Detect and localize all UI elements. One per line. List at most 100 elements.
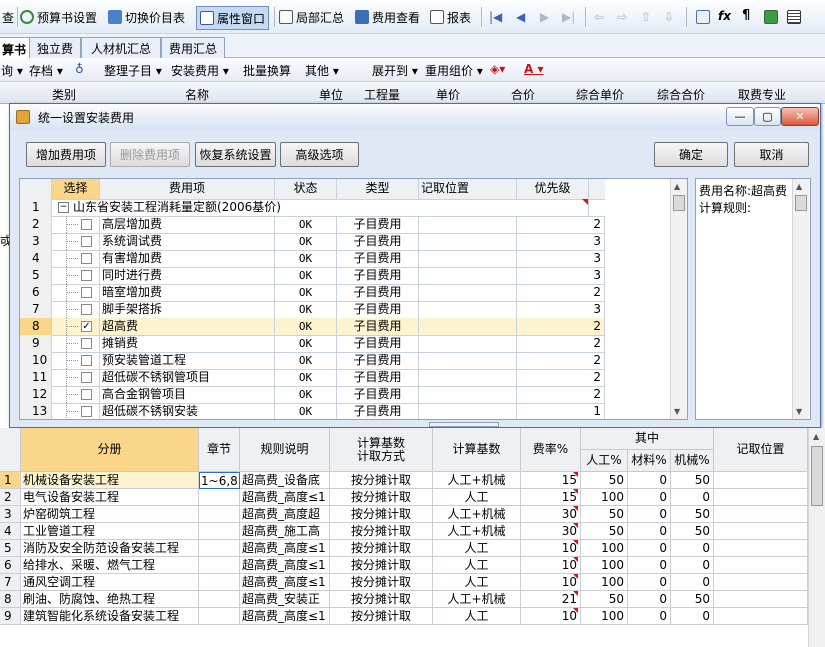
tree-header-fee-item[interactable]: 费用项 — [100, 179, 275, 199]
binoculars-icon[interactable]: ♁ — [75, 62, 84, 76]
scroll-up-icon[interactable]: ▲ — [813, 432, 819, 441]
expand-to-menu[interactable]: 展开到 ▾ — [372, 62, 418, 79]
rule-chapter-cell[interactable] — [199, 489, 240, 506]
rule-fence-cell[interactable]: 电气设备安装工程 — [21, 489, 199, 506]
fee-item-row[interactable]: 10 预安装管道工程 OK 子目费用 2 — [20, 352, 605, 370]
rule-row[interactable]: 5 消防及安全防范设备安装工程 超高费_高度≤1 按分摊计取 人工 10 100 0 0 — [0, 540, 825, 557]
rule-machine-cell[interactable]: 50 — [671, 472, 714, 489]
tree-header-position[interactable]: 记取位置 — [419, 179, 517, 199]
tab-budget[interactable]: 算书 — [0, 37, 30, 60]
rule-material-cell[interactable]: 0 — [628, 574, 671, 591]
scroll-up-icon[interactable]: ▲ — [796, 182, 802, 191]
scroll-down-icon[interactable]: ▼ — [674, 407, 680, 416]
other-menu[interactable]: 其他 ▾ — [305, 62, 339, 79]
tree-header-type[interactable]: 类型 — [337, 179, 419, 199]
rule-method-cell[interactable]: 按分摊计取 — [330, 506, 433, 523]
rule-labor-cell[interactable]: 100 — [581, 540, 628, 557]
rule-fence-cell[interactable]: 刷油、防腐蚀、绝热工程 — [21, 591, 199, 608]
first-record-icon[interactable]: |◀ — [489, 10, 502, 24]
rule-description-cell[interactable]: 超高费_高度≤1 — [240, 540, 330, 557]
advanced-options-button[interactable]: 高级选项 — [280, 142, 359, 167]
organize-items-menu[interactable]: 整理子目 ▾ — [104, 62, 162, 79]
rule-machine-cell[interactable]: 50 — [671, 523, 714, 540]
rule-description-cell[interactable]: 超高费_设备底 — [240, 472, 330, 489]
rule-labor-cell[interactable]: 50 — [581, 472, 628, 489]
scroll-up-icon[interactable]: ▲ — [674, 182, 680, 191]
rule-rate-cell[interactable]: 15 — [521, 472, 581, 489]
rule-base-cell[interactable]: 人工+机械 — [433, 472, 521, 489]
rule-material-cell[interactable]: 0 — [628, 540, 671, 557]
switch-pricelist-button[interactable]: 切换价目表 — [108, 6, 185, 28]
rule-rate-cell[interactable]: 10 — [521, 540, 581, 557]
rule-fence-cell[interactable]: 消防及安全防范设备安装工程 — [21, 540, 199, 557]
formula-icon[interactable]: fx — [718, 9, 731, 23]
rule-chapter-cell[interactable] — [199, 574, 240, 591]
rule-material-cell[interactable]: 0 — [628, 489, 671, 506]
rule-labor-cell[interactable]: 100 — [581, 574, 628, 591]
rule-position-cell[interactable] — [714, 523, 808, 540]
rule-position-cell[interactable] — [714, 608, 808, 625]
select-checkbox[interactable] — [81, 406, 92, 417]
rule-base-cell[interactable]: 人工+机械 — [433, 506, 521, 523]
rule-row[interactable]: 4 工业管道工程 超高费_施工高 按分摊计取 人工+机械 30 50 0 50 — [0, 523, 825, 540]
select-checkbox[interactable] — [81, 287, 92, 298]
tab-independent-fee[interactable]: 独立费 — [29, 37, 81, 59]
select-checkbox[interactable] — [81, 236, 92, 247]
bottom-header-machine[interactable]: 机械% — [671, 450, 714, 472]
font-color-icon[interactable]: A ▾ — [524, 62, 544, 76]
rule-method-cell[interactable]: 按分摊计取 — [330, 608, 433, 625]
rule-row[interactable]: 6 给排水、采暖、燃气工程 超高费_高度≤1 按分摊计取 人工 10 100 0 0 — [0, 557, 825, 574]
tree-header-status[interactable]: 状态 — [275, 179, 337, 199]
delete-fee-item-button[interactable]: 删除费用项 — [110, 142, 190, 167]
ok-button[interactable]: 确定 — [654, 142, 728, 167]
rule-chapter-cell[interactable] — [199, 540, 240, 557]
rule-labor-cell[interactable]: 100 — [581, 489, 628, 506]
fee-item-row[interactable]: 12 高合金钢管项目 OK 子目费用 2 — [20, 386, 605, 404]
arrow-right-icon[interactable]: ⇨ — [617, 10, 627, 24]
select-checkbox[interactable] — [81, 219, 92, 230]
rule-machine-cell[interactable]: 0 — [671, 574, 714, 591]
fee-item-row[interactable]: 4 有害增加费 OK 子目费用 3 — [20, 250, 605, 268]
batch-convert-button[interactable]: 批量换算 — [243, 62, 291, 79]
rule-description-cell[interactable]: 超高费_安装正 — [240, 591, 330, 608]
properties-window-button[interactable]: 属性窗口 — [196, 6, 270, 30]
rule-base-cell[interactable]: 人工 — [433, 540, 521, 557]
maximize-button[interactable]: ▢ — [754, 107, 781, 126]
fill-color-icon[interactable]: ◈▾ — [490, 62, 505, 76]
rule-fence-cell[interactable]: 建筑智能化系统设备安装工程 — [21, 608, 199, 625]
fee-item-row[interactable]: 7 脚手架搭拆 OK 子目费用 3 — [20, 301, 605, 319]
reuse-pricing-menu[interactable]: 重用组价 ▾ — [425, 62, 483, 79]
bottom-header-rule[interactable]: 规则说明 — [240, 428, 330, 472]
bottom-header-labor[interactable]: 人工% — [581, 450, 628, 472]
fee-item-position[interactable] — [419, 233, 517, 250]
paragraph-icon[interactable]: ¶ — [742, 8, 750, 23]
rule-base-cell[interactable]: 人工 — [433, 574, 521, 591]
rule-machine-cell[interactable]: 0 — [671, 608, 714, 625]
select-checkbox[interactable]: ✓ — [81, 321, 92, 332]
scroll-thumb[interactable] — [795, 195, 807, 211]
rule-row[interactable]: 1机械设备安装工程1~6,8~超高费_设备底按分摊计取人工+机械1550050 — [0, 472, 825, 489]
fee-item-position[interactable] — [419, 267, 517, 284]
fee-item-position[interactable] — [419, 216, 517, 233]
rule-machine-cell[interactable]: 0 — [671, 557, 714, 574]
rule-row[interactable]: 3 炉窑砌筑工程 超高费_高度超 按分摊计取 人工+机械 30 50 0 50 — [0, 506, 825, 523]
bottom-header-material[interactable]: 材料% — [628, 450, 671, 472]
rule-base-cell[interactable]: 人工 — [433, 489, 521, 506]
rule-material-cell[interactable]: 0 — [628, 523, 671, 540]
rule-description-cell[interactable]: 超高费_施工高 — [240, 523, 330, 540]
rule-labor-cell[interactable]: 100 — [581, 557, 628, 574]
rule-position-cell[interactable] — [714, 557, 808, 574]
install-fee-menu[interactable]: 安装费用 ▾ — [171, 62, 229, 79]
rule-description-cell[interactable]: 超高费_高度≤1 — [240, 608, 330, 625]
report-button[interactable]: 报表 — [430, 6, 471, 28]
fee-item-row[interactable]: 8 ✓ 超高费 OK 子目费用 2 — [20, 318, 605, 336]
rule-chapter-cell[interactable] — [199, 523, 240, 540]
collapse-toggle-icon[interactable]: − — [58, 202, 69, 213]
rule-base-cell[interactable]: 人工+机械 — [433, 591, 521, 608]
bottom-header-rate[interactable]: 费率% — [521, 428, 581, 472]
rule-base-cell[interactable]: 人工+机械 — [433, 523, 521, 540]
arrow-left-icon[interactable]: ⇦ — [594, 10, 604, 24]
rule-row[interactable]: 2 电气设备安装工程 超高费_高度≤1 按分摊计取 人工 15 100 0 0 — [0, 489, 825, 506]
fee-item-position[interactable] — [419, 352, 517, 369]
rule-material-cell[interactable]: 0 — [628, 506, 671, 523]
